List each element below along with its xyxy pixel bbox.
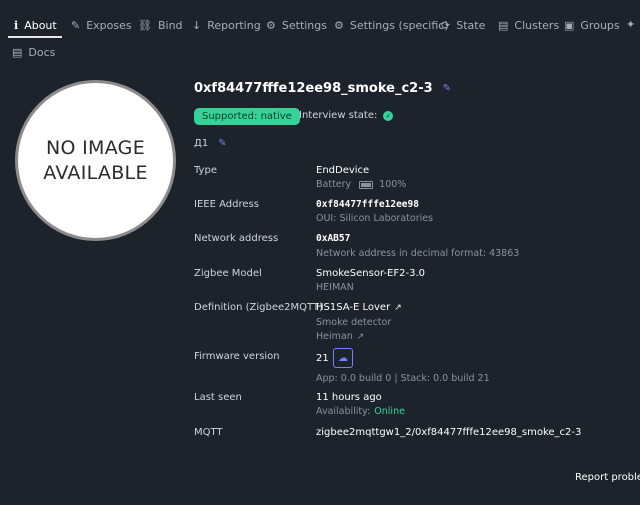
definition-link[interactable]: HS1SA-E Lover ↗	[316, 302, 402, 313]
network-decimal: Network address in decimal format: 43863	[316, 248, 520, 259]
definition-description: Smoke detector	[316, 317, 392, 328]
model-value: SmokeSensor-EF2-3.0	[316, 268, 425, 279]
wand-icon: ✦	[626, 18, 636, 31]
tab-label: Clusters	[514, 19, 560, 32]
oui-text: OUI: Silicon Laboratories	[316, 213, 434, 224]
tab-docs[interactable]: ▤ Docs	[12, 46, 55, 59]
tab-about[interactable]: i About	[14, 19, 57, 32]
device-description: Д1 ✎	[194, 138, 227, 149]
tab-settings-specific[interactable]: ⚙ Settings (specific)	[334, 19, 449, 32]
cloud-icon: ☁	[338, 352, 348, 364]
firmware-label: Firmware version	[194, 351, 280, 362]
device-image-placeholder: NO IMAGE AVAILABLE	[15, 80, 176, 241]
active-tab-indicator	[8, 36, 62, 38]
no-image-text: NO IMAGE AVAILABLE	[43, 136, 148, 184]
tab-label: Exposes	[86, 19, 132, 32]
tab-label: About	[24, 19, 57, 32]
tab-label: State	[456, 19, 486, 32]
arrow-down-icon: ↓	[192, 19, 202, 32]
tab-label: Bind	[157, 19, 183, 32]
tab-label: Docs	[28, 46, 56, 59]
device-name: 0xf84477fffe12ee98_smoke_c2-3	[194, 81, 433, 96]
network-label: Network address	[194, 233, 279, 244]
availability: Availability: Online	[316, 406, 405, 417]
mqtt-topic: zigbee2mqttgw1_2/0xf84477fffe12ee98_smok…	[316, 427, 582, 438]
link-icon: ⛓	[138, 19, 152, 32]
document-icon: ▤	[498, 19, 509, 32]
tab-settings[interactable]: ⚙ Settings	[266, 19, 327, 32]
power-label: Battery	[316, 179, 352, 190]
definition-value: HS1SA-E Lover	[316, 302, 391, 313]
tab-bind[interactable]: ⛓ Bind	[138, 19, 183, 32]
tab-groups[interactable]: ▣ Groups	[564, 19, 620, 32]
file-icon: ▤	[12, 46, 23, 59]
vendor-link[interactable]: Heiman ↗	[316, 331, 364, 342]
tab-label: Groups	[580, 19, 620, 32]
firmware-value: 21	[316, 353, 329, 364]
edit-name-icon[interactable]: ✎	[443, 83, 451, 94]
gear-icon: ⚙	[334, 19, 344, 32]
last-seen-value: 11 hours ago	[316, 392, 382, 403]
tab-label: Reporting	[207, 19, 261, 32]
battery-value: 100%	[379, 179, 407, 190]
last-seen-label: Last seen	[194, 392, 242, 403]
support-badge: Supported: native	[194, 108, 300, 125]
edit-description-icon[interactable]: ✎	[218, 138, 226, 149]
interview-label: Interview state:	[299, 110, 378, 121]
vendor-name: Heiman	[316, 331, 353, 342]
pencil-icon: ✎	[71, 19, 81, 32]
check-icon: ✓	[383, 110, 394, 121]
refresh-icon: ⟳	[441, 19, 451, 32]
check-firmware-update-button[interactable]: ☁	[333, 348, 353, 368]
type-value: EndDevice	[316, 165, 370, 176]
gears-icon: ⚙	[266, 19, 276, 32]
power-source: Battery 100%	[316, 179, 406, 190]
external-link-icon: ↗	[394, 302, 402, 313]
manufacturer: HEIMAN	[316, 282, 354, 293]
battery-icon	[359, 180, 374, 189]
tab-overflow[interactable]: ✦	[626, 19, 635, 30]
external-link-icon: ↗	[356, 331, 365, 342]
model-label: Zigbee Model	[194, 268, 262, 279]
interview-state: Interview state: ✓	[299, 110, 394, 121]
tab-label: Settings	[281, 19, 327, 32]
report-problem-link[interactable]: Report problem	[575, 472, 640, 483]
availability-value: Online	[374, 406, 405, 417]
mqtt-label: MQTT	[194, 427, 223, 438]
description-text: Д1	[194, 138, 209, 149]
ieee-value: 0xf84477fffe12ee98	[316, 199, 419, 210]
type-label: Type	[194, 165, 217, 176]
availability-label: Availability:	[316, 406, 371, 417]
device-title: 0xf84477fffe12ee98_smoke_c2-3 ✎	[194, 81, 451, 96]
tab-reporting[interactable]: ↓ Reporting	[192, 19, 261, 32]
tab-state[interactable]: ⟳ State	[441, 19, 485, 32]
tab-clusters[interactable]: ▤ Clusters	[498, 19, 559, 32]
groups-icon: ▣	[564, 19, 575, 32]
firmware-build: App: 0.0 build 0 | Stack: 0.0 build 21	[316, 373, 490, 384]
tab-label: Settings (specific)	[349, 19, 449, 32]
ieee-label: IEEE Address	[194, 199, 259, 210]
definition-label: Definition (Zigbee2MQTT)	[194, 302, 323, 313]
info-icon: i	[14, 19, 19, 32]
network-value: 0xAB57	[316, 233, 351, 244]
tab-exposes[interactable]: ✎ Exposes	[71, 19, 132, 32]
